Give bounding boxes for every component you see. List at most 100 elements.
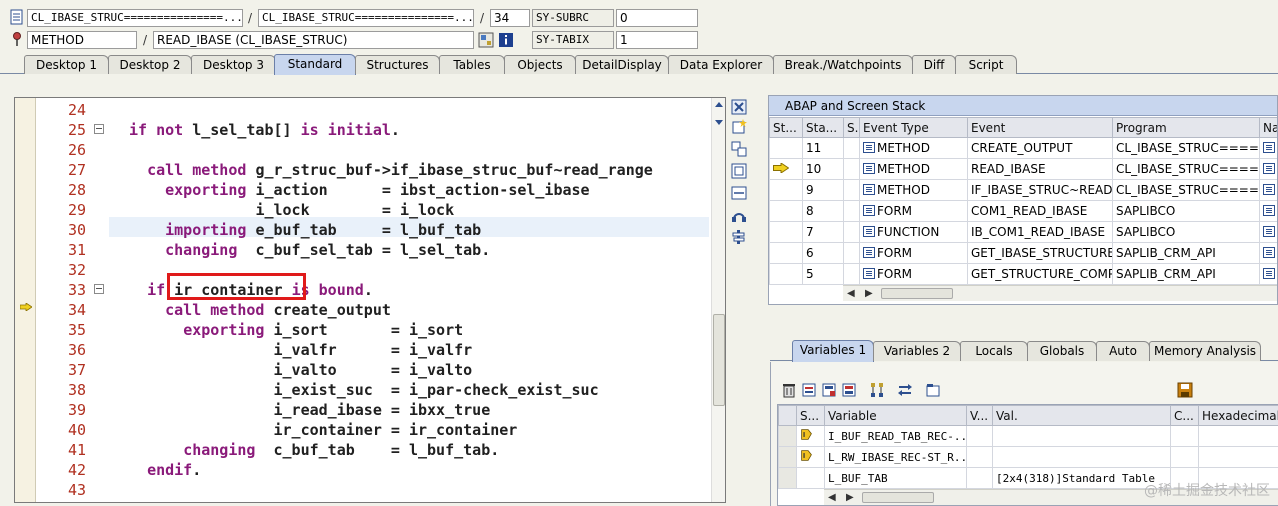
- scroll-thumb[interactable]: [713, 314, 725, 406]
- source-icon[interactable]: [1263, 268, 1275, 279]
- tab-memory-analysis[interactable]: Memory Analysis: [1149, 341, 1261, 361]
- stack-table: St...Sta...S...Event TypeEventProgramNa …: [769, 117, 1277, 285]
- stack-column-header[interactable]: Na: [1259, 117, 1277, 138]
- row-selector[interactable]: [778, 446, 797, 468]
- save-icon[interactable]: [1177, 382, 1193, 398]
- stack-row[interactable]: 8 FORM COM1_READ_IBASE SAPLIBCO: [769, 200, 1277, 222]
- delete-all-icon[interactable]: [801, 382, 817, 398]
- code-line: changing c_buf_sel_tab = l_sel_tab.: [165, 241, 491, 259]
- tab-desktop-2[interactable]: Desktop 2: [108, 55, 192, 74]
- delete-icon[interactable]: [781, 382, 797, 398]
- save-variables-icon[interactable]: [821, 382, 837, 398]
- open-object-icon[interactable]: [925, 382, 941, 398]
- variable-name[interactable]: L_RW_IBASE_REC-ST_R...: [824, 446, 967, 468]
- variable-column-header[interactable]: Variable: [824, 405, 967, 426]
- stack-column-header[interactable]: Event Type: [859, 117, 968, 138]
- tab-data-explorer[interactable]: Data Explorer: [668, 55, 774, 74]
- variable-hex-value: [1198, 446, 1278, 468]
- stack-column-header[interactable]: S...: [843, 117, 860, 138]
- stack-event: GET_STRUCTURE_COMP...: [967, 263, 1113, 285]
- variable-column-header[interactable]: Hexadecimal V: [1198, 405, 1278, 426]
- event-type-field[interactable]: METHOD: [27, 31, 137, 49]
- source-icon[interactable]: [1263, 205, 1275, 216]
- info-icon[interactable]: [498, 32, 514, 48]
- event-field[interactable]: READ_IBASE (CL_IBASE_STRUC): [153, 31, 474, 49]
- editor-scrollbar[interactable]: [711, 98, 725, 502]
- stack-column-header[interactable]: St...: [769, 117, 803, 138]
- variable-row[interactable]: L_RW_IBASE_REC-ST_R...: [778, 446, 1278, 468]
- scroll-left-icon[interactable]: ◀: [847, 289, 855, 299]
- source-icon[interactable]: [1263, 142, 1275, 153]
- code-line: exporting i_sort = i_sort: [183, 321, 464, 339]
- variable-value[interactable]: [992, 425, 1171, 447]
- tab-diff[interactable]: Diff: [912, 55, 956, 74]
- tab-desktop-1[interactable]: Desktop 1: [24, 55, 109, 74]
- row-selector[interactable]: [778, 425, 797, 447]
- sy-tabix-value[interactable]: 1: [616, 31, 698, 49]
- line-number-field[interactable]: 34: [490, 9, 530, 27]
- resize-tool-icon[interactable]: [731, 185, 747, 201]
- services-tool-icon[interactable]: [731, 207, 747, 223]
- scroll-left-icon[interactable]: ◀: [828, 493, 836, 503]
- stack-column-header[interactable]: Sta...: [802, 117, 844, 138]
- tab-breakpoints[interactable]: Break./Watchpoints: [773, 55, 913, 74]
- tab-tables[interactable]: Tables: [439, 55, 505, 74]
- tab-auto[interactable]: Auto: [1096, 341, 1150, 361]
- tab-script[interactable]: Script: [955, 55, 1017, 74]
- source-icon[interactable]: [1263, 226, 1275, 237]
- stack-column-header[interactable]: Program: [1112, 117, 1260, 138]
- tab-variables-2[interactable]: Variables 2: [873, 341, 961, 361]
- stack-row[interactable]: 5 FORM GET_STRUCTURE_COMP... SAPLIB_CRM_API: [769, 263, 1277, 285]
- stack-hscrollbar[interactable]: ◀ ▶: [843, 285, 1277, 301]
- stack-row[interactable]: 9 METHOD IF_IBASE_STRUC~READ... CL_IBASE_ST…: [769, 179, 1277, 201]
- fold-toggle-icon[interactable]: [94, 284, 104, 294]
- close-tool-icon[interactable]: [731, 99, 747, 115]
- breakpoint-gutter[interactable]: [15, 98, 36, 502]
- variable-name[interactable]: L_BUF_TAB: [824, 467, 967, 489]
- variable-column-header[interactable]: Val.: [992, 405, 1171, 426]
- row-selector[interactable]: [778, 467, 797, 489]
- tool-settings-icon[interactable]: [731, 229, 747, 245]
- source-code-editor[interactable]: 24 25 if not l_sel_tab[] is initial. 26 27 c…: [14, 97, 726, 503]
- sy-subrc-value[interactable]: 0: [616, 9, 698, 27]
- tab-structures[interactable]: Structures: [355, 55, 440, 74]
- scroll-right-icon[interactable]: ▶: [846, 493, 854, 503]
- tab-objects[interactable]: Objects: [504, 55, 576, 74]
- scroll-right-icon[interactable]: ▶: [865, 289, 873, 299]
- variable-column-header[interactable]: S...: [796, 405, 825, 426]
- include-field[interactable]: CL_IBASE_STRUC===============...: [258, 9, 474, 27]
- new-tool-icon[interactable]: [731, 119, 747, 135]
- scroll-down-icon[interactable]: [715, 120, 723, 125]
- tab-desktop-3[interactable]: Desktop 3: [191, 55, 276, 74]
- scroll-thumb[interactable]: [881, 288, 953, 299]
- transfer-icon[interactable]: [897, 382, 913, 398]
- tab-globals[interactable]: Globals: [1027, 341, 1097, 361]
- source-icon[interactable]: [1263, 163, 1275, 174]
- hierarchy-icon[interactable]: [869, 382, 885, 398]
- scroll-up-icon[interactable]: [715, 102, 723, 107]
- variable-column-header[interactable]: V...: [966, 405, 993, 426]
- stack-event-type: METHOD: [859, 158, 968, 180]
- variable-row[interactable]: I_BUF_READ_TAB_REC-...: [778, 425, 1278, 447]
- program-field[interactable]: CL_IBASE_STRUC===============...: [27, 9, 243, 27]
- maximize-tool-icon[interactable]: [731, 163, 747, 179]
- stack-row[interactable]: 6 FORM GET_IBASE_STRUCTURE SAPLIB_CRM_API: [769, 242, 1277, 264]
- stack-row[interactable]: 11 METHOD CREATE_OUTPUT CL_IBASE_STRUC====.…: [769, 137, 1277, 159]
- stack-row[interactable]: 10 METHOD READ_IBASE CL_IBASE_STRUC====...: [769, 158, 1277, 180]
- variable-column-header[interactable]: C...: [1170, 405, 1199, 426]
- source-icon[interactable]: [1263, 184, 1275, 195]
- variable-name[interactable]: I_BUF_READ_TAB_REC-...: [824, 425, 967, 447]
- load-variables-icon[interactable]: [841, 382, 857, 398]
- tab-detail-display[interactable]: DetailDisplay: [575, 55, 669, 74]
- scroll-thumb[interactable]: [862, 492, 934, 503]
- tab-variables-1[interactable]: Variables 1: [792, 340, 874, 362]
- tab-standard[interactable]: Standard: [274, 54, 356, 75]
- source-icon[interactable]: [1263, 247, 1275, 258]
- stack-row[interactable]: 7 FUNCTION IB_COM1_READ_IBASE SAPLIBCO: [769, 221, 1277, 243]
- swap-tool-icon[interactable]: [731, 141, 747, 157]
- layout-icon[interactable]: [478, 32, 494, 48]
- fold-toggle-icon[interactable]: [94, 124, 104, 134]
- variable-value[interactable]: [992, 446, 1171, 468]
- tab-locals[interactable]: Locals: [960, 341, 1028, 361]
- stack-column-header[interactable]: Event: [967, 117, 1113, 138]
